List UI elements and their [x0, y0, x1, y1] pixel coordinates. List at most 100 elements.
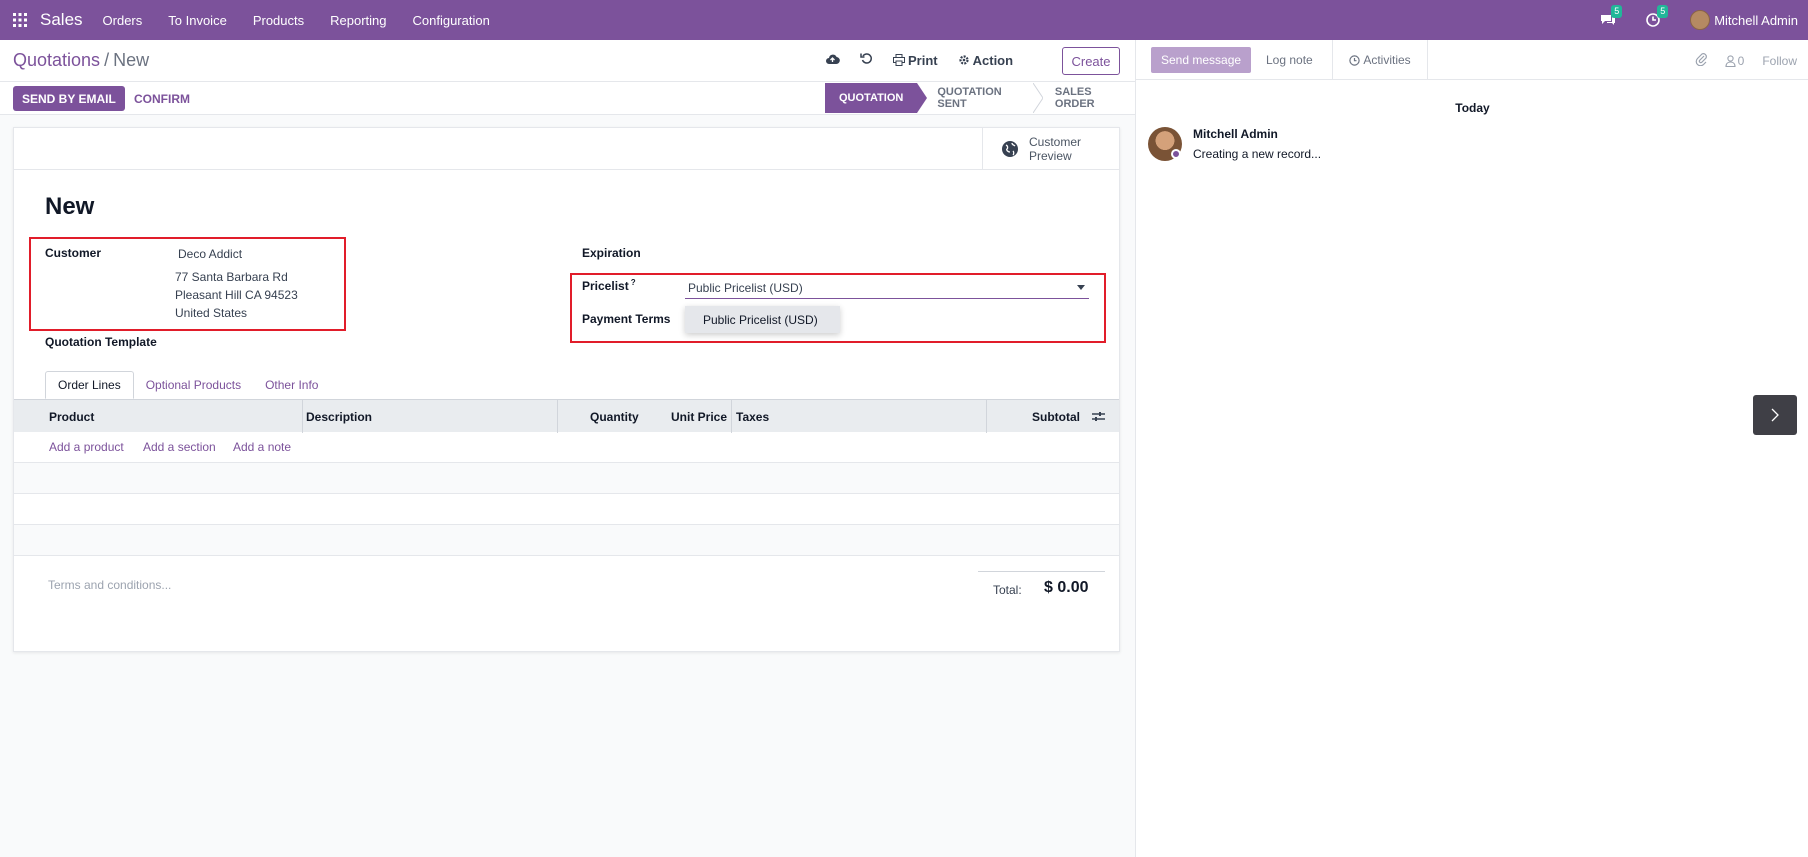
online-status-dot [1171, 149, 1181, 159]
column-divider [731, 400, 732, 433]
quotation-template-label: Quotation Template [45, 335, 157, 349]
stage-sales-order[interactable]: SALES ORDER [1032, 83, 1135, 113]
column-divider [302, 400, 303, 433]
menu-to-invoice[interactable]: To Invoice [168, 13, 227, 28]
stage-quotation[interactable]: QUOTATION [825, 83, 928, 113]
add-product-link[interactable]: Add a product [49, 440, 124, 454]
chatter-topbar: Send message Log note Activities 0 Follo… [1136, 40, 1808, 80]
print-label: Print [908, 52, 938, 68]
menu-products[interactable]: Products [253, 13, 304, 28]
send-by-email-button[interactable]: SEND BY EMAIL [13, 86, 125, 111]
customer-label: Customer [45, 246, 102, 260]
control-panel: Quotations / New Print Action Create [0, 40, 1135, 82]
breadcrumb-current: New [113, 50, 150, 70]
form-sheet: Customer Preview New Customer Deco Addic… [13, 127, 1120, 652]
print-button[interactable]: Print [893, 53, 938, 68]
action-label: Action [972, 52, 1014, 68]
total-label: Total: [993, 583, 1022, 597]
top-navbar: Sales Orders To Invoice Products Reporti… [0, 0, 1808, 40]
activities-clock-icon[interactable]: 5 [1646, 5, 1669, 27]
send-message-button[interactable]: Send message [1151, 47, 1252, 73]
column-description[interactable]: Description [306, 400, 372, 433]
message-body: Creating a new record... [1193, 147, 1322, 161]
customer-field[interactable]: Deco Addict [178, 247, 242, 261]
followers-button[interactable]: 0 [1725, 53, 1745, 68]
menu-reporting[interactable]: Reporting [330, 13, 386, 28]
add-note-link[interactable]: Add a note [233, 440, 291, 454]
chevron-down-icon[interactable] [1077, 285, 1085, 290]
chatter-actions: 0 Follow [1695, 52, 1797, 69]
order-line-add-row: Add a product Add a section Add a note [14, 432, 1119, 463]
pricelist-dropdown: Public Pricelist (USD) [685, 306, 840, 333]
record-title: New [45, 193, 95, 220]
save-cloud-icon[interactable] [825, 53, 840, 68]
menu-configuration[interactable]: Configuration [413, 13, 490, 28]
pricelist-select[interactable]: Public Pricelist (USD) [685, 277, 1089, 299]
terms-and-conditions-field[interactable]: Terms and conditions... [48, 578, 171, 592]
apps-menu-icon[interactable] [0, 0, 40, 40]
tab-other-info[interactable]: Other Info [253, 371, 330, 399]
customer-preview-line2: Preview [1029, 149, 1072, 163]
column-taxes[interactable]: Taxes [736, 400, 769, 433]
customer-preview-button[interactable]: Customer Preview [982, 128, 1119, 170]
tab-optional-products[interactable]: Optional Products [134, 371, 253, 399]
clock-icon [1349, 54, 1361, 66]
customer-address-line1: 77 Santa Barbara Rd [175, 270, 288, 284]
activities-badge: 5 [1657, 5, 1669, 18]
paperclip-icon[interactable] [1695, 52, 1707, 69]
messages-icon[interactable]: 5 [1600, 5, 1623, 27]
log-note-button[interactable]: Log note [1266, 53, 1313, 67]
column-divider [557, 400, 558, 433]
breadcrumb-quotations[interactable]: Quotations [13, 50, 100, 70]
customer-address-line2: Pleasant Hill CA 94523 [175, 288, 298, 302]
stage-sales-order-label: SALES ORDER [1054, 86, 1095, 110]
expiration-label: Expiration [582, 246, 641, 260]
globe-icon [1002, 141, 1018, 157]
pricelist-label: Pricelist? [582, 278, 636, 293]
print-icon [893, 54, 905, 66]
optional-columns-icon[interactable] [1092, 400, 1105, 433]
menu-orders[interactable]: Orders [103, 13, 143, 28]
pricelist-value: Public Pricelist (USD) [688, 280, 803, 295]
user-name: Mitchell Admin [1714, 12, 1798, 28]
breadcrumb: Quotations / New [13, 50, 149, 71]
stage-quotation-sent[interactable]: QUOTATION SENT [917, 83, 1032, 113]
follow-button[interactable]: Follow [1762, 54, 1797, 68]
date-separator: Today [1455, 101, 1490, 115]
customer-address-line3: United States [175, 306, 248, 320]
total-amount: $ 0.00 [1044, 579, 1089, 596]
messages-badge: 5 [1611, 5, 1623, 18]
column-product[interactable]: Product [49, 400, 94, 433]
followers-count: 0 [1737, 53, 1745, 68]
dropdown-option-public-pricelist[interactable]: Public Pricelist (USD) [686, 307, 839, 332]
column-divider [986, 400, 987, 433]
action-button[interactable]: Action [958, 53, 1013, 68]
chatter-panel: Send message Log note Activities 0 Follo… [1135, 40, 1808, 857]
record-actions: Print Action [825, 52, 1013, 68]
chevron-right-icon[interactable] [1753, 395, 1797, 435]
customer-preview-line1: Customer [1029, 135, 1082, 149]
column-quantity[interactable]: Quantity [590, 400, 639, 433]
user-avatar [1690, 10, 1711, 30]
column-unit-price[interactable]: Unit Price [671, 400, 727, 433]
column-subtotal[interactable]: Subtotal [1032, 400, 1080, 433]
discard-icon[interactable] [860, 52, 873, 68]
help-icon[interactable]: ? [631, 278, 636, 287]
empty-row [14, 463, 1119, 494]
total-divider [978, 571, 1105, 572]
add-section-link[interactable]: Add a section [143, 440, 216, 454]
notebook-tabs: Order Lines Optional Products Other Info [45, 371, 330, 399]
app-brand[interactable]: Sales [40, 10, 83, 30]
smart-button-box: Customer Preview [14, 128, 1119, 170]
user-menu[interactable]: Mitchell Admin [1690, 10, 1798, 30]
tab-order-lines[interactable]: Order Lines [45, 371, 134, 399]
empty-row [14, 525, 1119, 556]
message-author[interactable]: Mitchell Admin [1193, 127, 1278, 141]
pricelist-label-text: Pricelist [582, 279, 629, 293]
gear-icon [959, 55, 969, 65]
create-button[interactable]: Create [1062, 47, 1120, 75]
empty-row [14, 494, 1119, 525]
user-icon [1725, 54, 1736, 67]
activities-button[interactable]: Activities [1332, 40, 1428, 80]
confirm-button[interactable]: CONFIRM [134, 86, 190, 111]
